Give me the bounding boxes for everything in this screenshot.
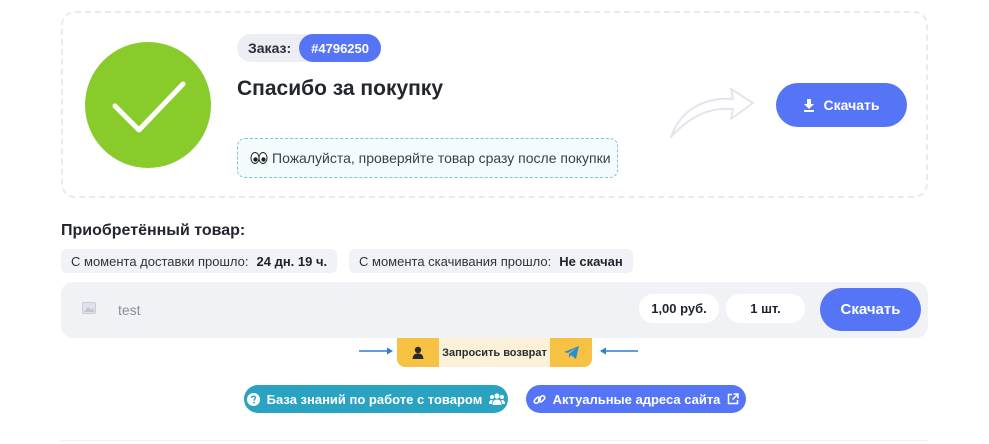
image-placeholder-icon: [82, 302, 96, 314]
success-circle: [85, 42, 211, 168]
notice-box: Пожалуйста, проверяйте товар сразу после…: [237, 138, 618, 178]
price-pill: 1,00 руб.: [639, 294, 719, 323]
delivery-time-chip: С момента доставки прошло: 24 дн. 19 ч.: [61, 249, 338, 273]
purchased-title: Приобретённый товар:: [61, 222, 246, 239]
order-number-badge: #4796250: [299, 34, 381, 62]
order-label: Заказ:: [248, 40, 292, 56]
checkmark-icon: [112, 81, 186, 133]
divider: [61, 440, 928, 441]
stat-value: 24 дн. 19 ч.: [256, 253, 328, 269]
site-addresses-label: Актуальные адреса сайта: [552, 391, 721, 407]
product-name: test: [118, 302, 141, 318]
download-icon: [803, 98, 814, 112]
product-row: test 1,00 руб. 1 шт. Скачать: [61, 282, 928, 338]
product-download-button[interactable]: Скачать: [820, 288, 921, 331]
telegram-icon[interactable]: [550, 338, 592, 367]
site-addresses-button[interactable]: Актуальные адреса сайта: [526, 385, 746, 413]
notice-text: Пожалуйста, проверяйте товар сразу после…: [272, 150, 611, 166]
quantity-pill: 1 шт.: [726, 294, 805, 323]
knowledge-base-label: База знаний по работе с товаром: [266, 391, 483, 407]
users-icon: [489, 393, 506, 405]
external-link-icon: [728, 393, 740, 405]
knowledge-base-button[interactable]: База знаний по работе с товаром: [244, 385, 508, 413]
stat-value: Не скачан: [559, 253, 623, 269]
stat-label: С момента доставки прошло:: [71, 253, 249, 269]
support-agent-icon[interactable]: [397, 338, 439, 367]
page-title: Спасибо за покупку: [237, 77, 444, 100]
download-button[interactable]: Скачать: [776, 83, 907, 127]
download-time-chip: С момента скачивания прошло: Не скачан: [349, 249, 633, 273]
question-circle-icon: [246, 392, 260, 406]
arrow-left-icon: [600, 347, 638, 355]
arrow-right-icon: [359, 347, 393, 355]
order-card: Заказ: #4796250 Спасибо за покупку Пожал…: [61, 11, 928, 198]
curved-arrow-icon: [670, 88, 754, 138]
eyes-icon: [250, 151, 268, 165]
return-request-bar[interactable]: Запросить возврат: [397, 338, 592, 367]
order-id-pill: Заказ: #4796250: [237, 34, 381, 62]
stat-label: С момента скачивания прошло:: [359, 253, 552, 269]
download-button-label: Скачать: [823, 97, 880, 113]
return-request-label[interactable]: Запросить возврат: [439, 338, 550, 367]
link-icon: [533, 394, 546, 404]
